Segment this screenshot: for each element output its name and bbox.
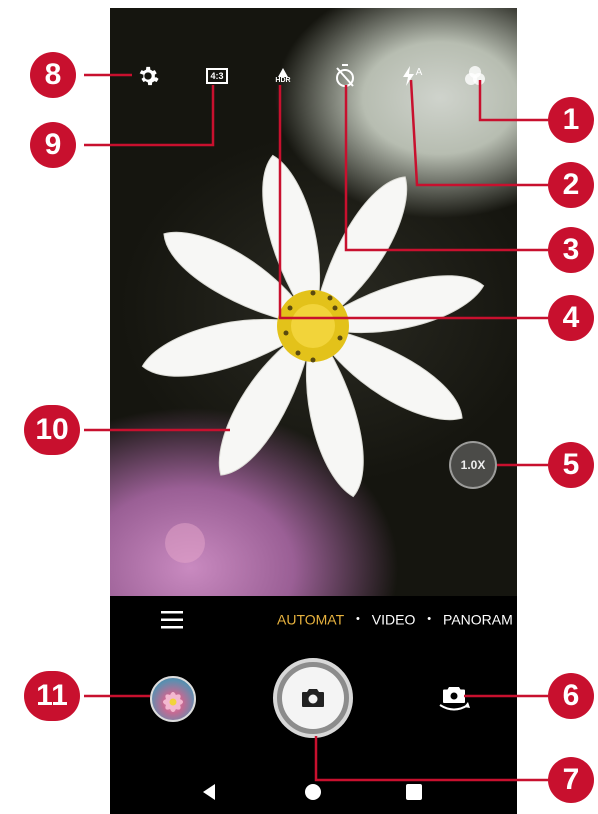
callout-7: 7 [548,757,594,803]
callout-9: 9 [30,122,76,168]
callout-3: 3 [548,227,594,273]
callout-1: 1 [548,97,594,143]
callout-lines [84,73,548,782]
callout-2: 2 [548,162,594,208]
callout-6: 6 [548,673,594,719]
callout-10: 10 [24,405,80,455]
callout-11: 11 [24,671,80,721]
callout-8: 8 [30,52,76,98]
callout-4: 4 [548,295,594,341]
callout-5: 5 [548,442,594,488]
